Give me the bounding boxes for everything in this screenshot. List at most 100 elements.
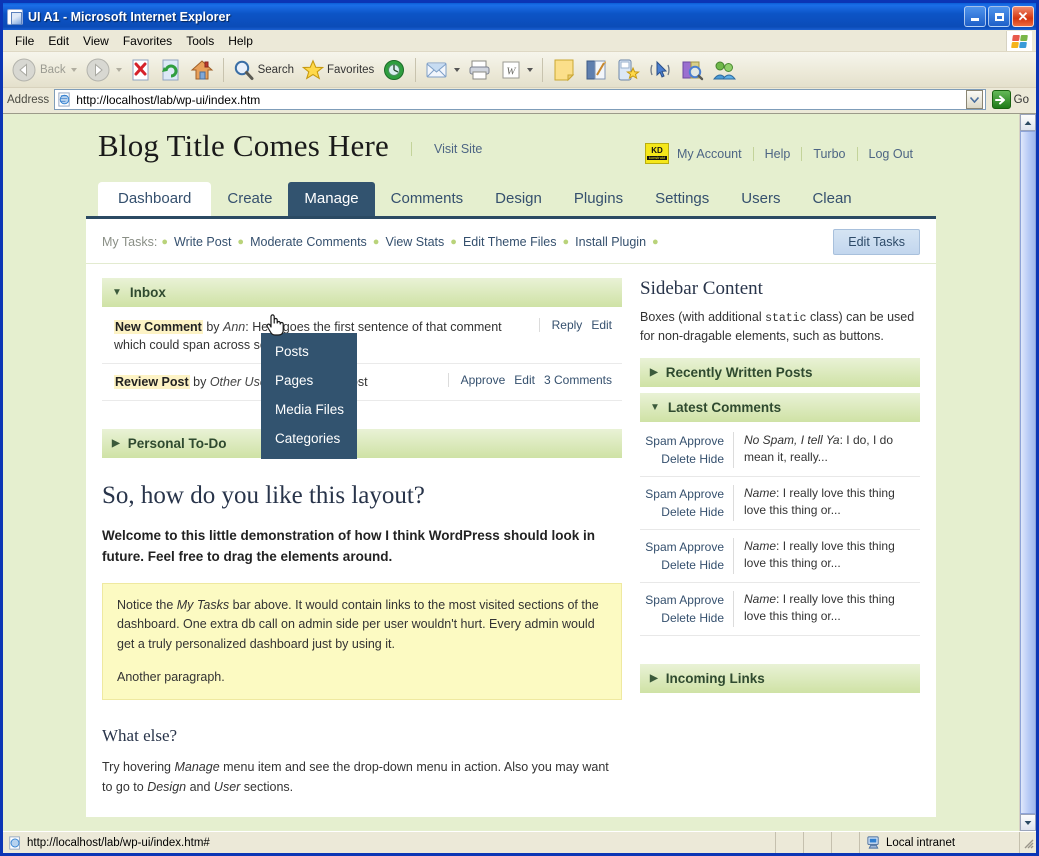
favorites-button[interactable]: Favorites bbox=[298, 55, 378, 85]
help-link[interactable]: Help bbox=[753, 147, 802, 161]
comment-action-approve[interactable]: Approve bbox=[679, 434, 724, 448]
mail-button[interactable] bbox=[421, 55, 464, 85]
inbox-action-approve[interactable]: Approve bbox=[461, 373, 506, 387]
resize-grip[interactable] bbox=[1020, 835, 1036, 851]
task-edit-theme-files[interactable]: Edit Theme Files bbox=[457, 235, 563, 249]
stop-button[interactable] bbox=[126, 55, 156, 85]
comment-action-spam[interactable]: Spam bbox=[645, 593, 676, 607]
comment-action-delete[interactable]: Delete bbox=[661, 611, 696, 625]
edit-tasks-button[interactable]: Edit Tasks bbox=[833, 229, 920, 255]
triangle-down-icon: ▼ bbox=[650, 402, 660, 413]
comment-text: No Spam, I tell Ya: I do, I do mean it, … bbox=[744, 432, 918, 467]
messenger-button[interactable] bbox=[708, 55, 740, 85]
inbox-panel-body: New Comment by Ann: Here goes the first … bbox=[102, 307, 622, 411]
wp-admin-page: Blog Title Comes Here Visit Site KD kons… bbox=[3, 114, 1019, 831]
mobile-favorites-button[interactable] bbox=[612, 55, 644, 85]
body-em-user: User bbox=[214, 780, 240, 794]
menu-item-help[interactable]: Help bbox=[221, 32, 260, 50]
tab-users[interactable]: Users bbox=[725, 182, 796, 216]
comment-action-delete[interactable]: Delete bbox=[661, 558, 696, 572]
task-install-plugin[interactable]: Install Plugin bbox=[569, 235, 652, 249]
dropdown-item-categories[interactable]: Categories bbox=[261, 424, 357, 453]
window-title: UI A1 - Microsoft Internet Explorer bbox=[28, 10, 964, 24]
menu-item-tools[interactable]: Tools bbox=[179, 32, 221, 50]
chevron-down-icon bbox=[1024, 820, 1032, 826]
notes-button[interactable] bbox=[548, 55, 580, 85]
go-button[interactable]: Go bbox=[992, 90, 1029, 109]
comment-action-approve[interactable]: Approve bbox=[679, 487, 724, 501]
task-view-stats[interactable]: View Stats bbox=[379, 235, 450, 249]
recent-posts-heading: Recently Written Posts bbox=[666, 365, 813, 380]
todo-panel-header[interactable]: ▶ Personal To-Do bbox=[102, 429, 622, 458]
comment-action-hide[interactable]: Hide bbox=[699, 558, 724, 572]
my-account-link[interactable]: My Account bbox=[677, 147, 753, 161]
inbox-action-reply[interactable]: Reply bbox=[552, 318, 583, 332]
incoming-links-header[interactable]: ▶ Incoming Links bbox=[640, 664, 920, 693]
dropdown-item-pages[interactable]: Pages bbox=[261, 366, 357, 395]
dropdown-item-posts[interactable]: Posts bbox=[261, 337, 357, 366]
address-dropdown-button[interactable] bbox=[966, 90, 983, 109]
forward-button[interactable] bbox=[81, 55, 126, 85]
comment-action-spam[interactable]: Spam bbox=[645, 487, 676, 501]
tab-comments[interactable]: Comments bbox=[375, 182, 480, 216]
logout-link[interactable]: Log Out bbox=[857, 147, 924, 161]
scrollbar-thumb[interactable] bbox=[1020, 131, 1036, 814]
comment-action-hide[interactable]: Hide bbox=[699, 452, 724, 466]
bullet-icon: ● bbox=[563, 236, 570, 248]
dropdown-item-media-files[interactable]: Media Files bbox=[261, 395, 357, 424]
close-button[interactable]: ✕ bbox=[1012, 6, 1034, 27]
tab-manage[interactable]: Manage bbox=[288, 182, 374, 216]
menu-item-view[interactable]: View bbox=[76, 32, 116, 50]
back-button[interactable]: Back bbox=[7, 55, 81, 85]
inbox-action-edit[interactable]: Edit bbox=[591, 318, 612, 332]
visit-site-link[interactable]: Visit Site bbox=[411, 142, 482, 156]
menu-item-file[interactable]: File bbox=[8, 32, 41, 50]
comment-action-hide[interactable]: Hide bbox=[699, 611, 724, 625]
tab-design[interactable]: Design bbox=[479, 182, 558, 216]
tab-settings[interactable]: Settings bbox=[639, 182, 725, 216]
menu-item-favorites[interactable]: Favorites bbox=[116, 32, 179, 50]
task-moderate-comments[interactable]: Moderate Comments bbox=[244, 235, 373, 249]
comment-action-spam[interactable]: Spam bbox=[645, 434, 676, 448]
journal-button[interactable] bbox=[580, 55, 612, 85]
inbox-action-comments[interactable]: 3 Comments bbox=[544, 373, 612, 387]
maximize-button[interactable] bbox=[988, 6, 1010, 27]
pointer-button[interactable] bbox=[644, 55, 676, 85]
latest-comments-header[interactable]: ▼ Latest Comments bbox=[640, 393, 920, 422]
print-button[interactable] bbox=[464, 55, 496, 85]
history-button[interactable] bbox=[378, 55, 410, 85]
inbox-row: New Comment by Ann: Here goes the first … bbox=[102, 309, 622, 364]
main-column: ▼ Inbox New Comment by Ann bbox=[102, 278, 622, 797]
task-write-post[interactable]: Write Post bbox=[168, 235, 237, 249]
minimize-button[interactable] bbox=[964, 6, 986, 27]
home-button[interactable] bbox=[186, 55, 218, 85]
latest-comments-heading: Latest Comments bbox=[668, 400, 781, 415]
tab-dashboard[interactable]: Dashboard bbox=[98, 182, 211, 216]
comment-action-delete[interactable]: Delete bbox=[661, 452, 696, 466]
address-input[interactable]: http://localhost/lab/wp-ui/index.htm bbox=[54, 89, 985, 110]
comment-action-delete[interactable]: Delete bbox=[661, 505, 696, 519]
scroll-down-button[interactable] bbox=[1020, 814, 1036, 831]
body-text-d: sections. bbox=[240, 780, 293, 794]
inbox-panel-header[interactable]: ▼ Inbox bbox=[102, 278, 622, 307]
comment-action-approve[interactable]: Approve bbox=[679, 593, 724, 607]
comment-action-approve[interactable]: Approve bbox=[679, 540, 724, 554]
tab-create[interactable]: Create bbox=[211, 182, 288, 216]
tab-clean[interactable]: Clean bbox=[796, 182, 867, 216]
research-button[interactable] bbox=[676, 55, 708, 85]
edit-with-word-button[interactable]: W bbox=[496, 55, 537, 85]
tab-plugins[interactable]: Plugins bbox=[558, 182, 639, 216]
comment-action-spam[interactable]: Spam bbox=[645, 540, 676, 554]
menu-item-edit[interactable]: Edit bbox=[41, 32, 76, 50]
status-url: http://localhost/lab/wp-ui/index.htm# bbox=[27, 837, 210, 849]
inbox-row-by: by bbox=[193, 375, 206, 389]
refresh-button[interactable] bbox=[156, 55, 186, 85]
recent-posts-header[interactable]: ▶ Recently Written Posts bbox=[640, 358, 920, 387]
vertical-scrollbar[interactable] bbox=[1019, 114, 1036, 831]
search-button[interactable]: Search bbox=[229, 55, 298, 85]
comment-action-hide[interactable]: Hide bbox=[699, 505, 724, 519]
turbo-link[interactable]: Turbo bbox=[801, 147, 856, 161]
scrollbar-track[interactable] bbox=[1020, 131, 1036, 814]
scroll-up-button[interactable] bbox=[1020, 114, 1036, 131]
inbox-action-edit[interactable]: Edit bbox=[514, 373, 535, 387]
